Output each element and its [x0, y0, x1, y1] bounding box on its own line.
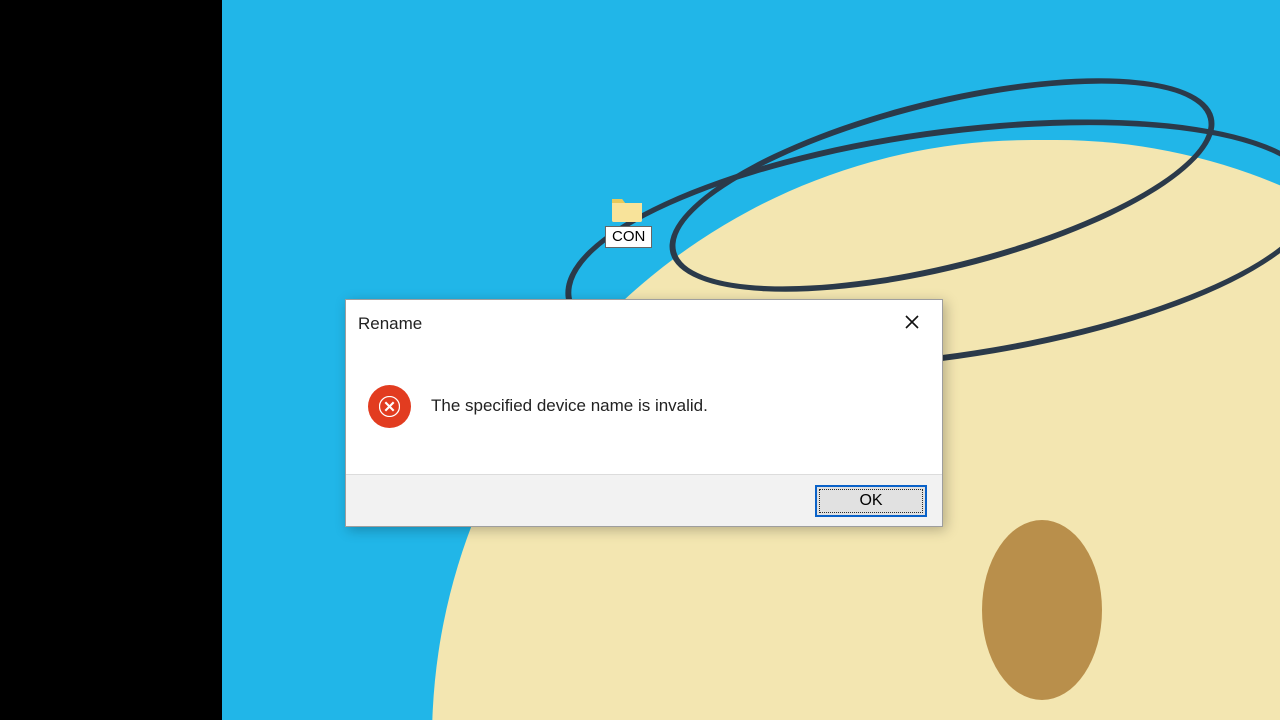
- folder-icon: [610, 194, 644, 224]
- dialog-message: The specified device name is invalid.: [431, 396, 708, 416]
- folder-rename-input[interactable]: CON: [605, 226, 652, 248]
- dialog-title: Rename: [358, 314, 422, 334]
- dialog-footer: OK: [346, 474, 942, 526]
- close-icon: [904, 314, 920, 335]
- rename-error-dialog: Rename The specified device name is inva…: [345, 299, 943, 527]
- ok-button[interactable]: OK: [815, 485, 927, 517]
- desktop-screenshot: CON Rename The specified device name is …: [0, 0, 1280, 720]
- letterbox-left: [0, 0, 222, 720]
- dialog-body: The specified device name is invalid.: [346, 356, 942, 456]
- error-x-icon: [368, 385, 411, 428]
- close-button[interactable]: [892, 308, 932, 340]
- desktop-folder[interactable]: CON: [605, 194, 649, 266]
